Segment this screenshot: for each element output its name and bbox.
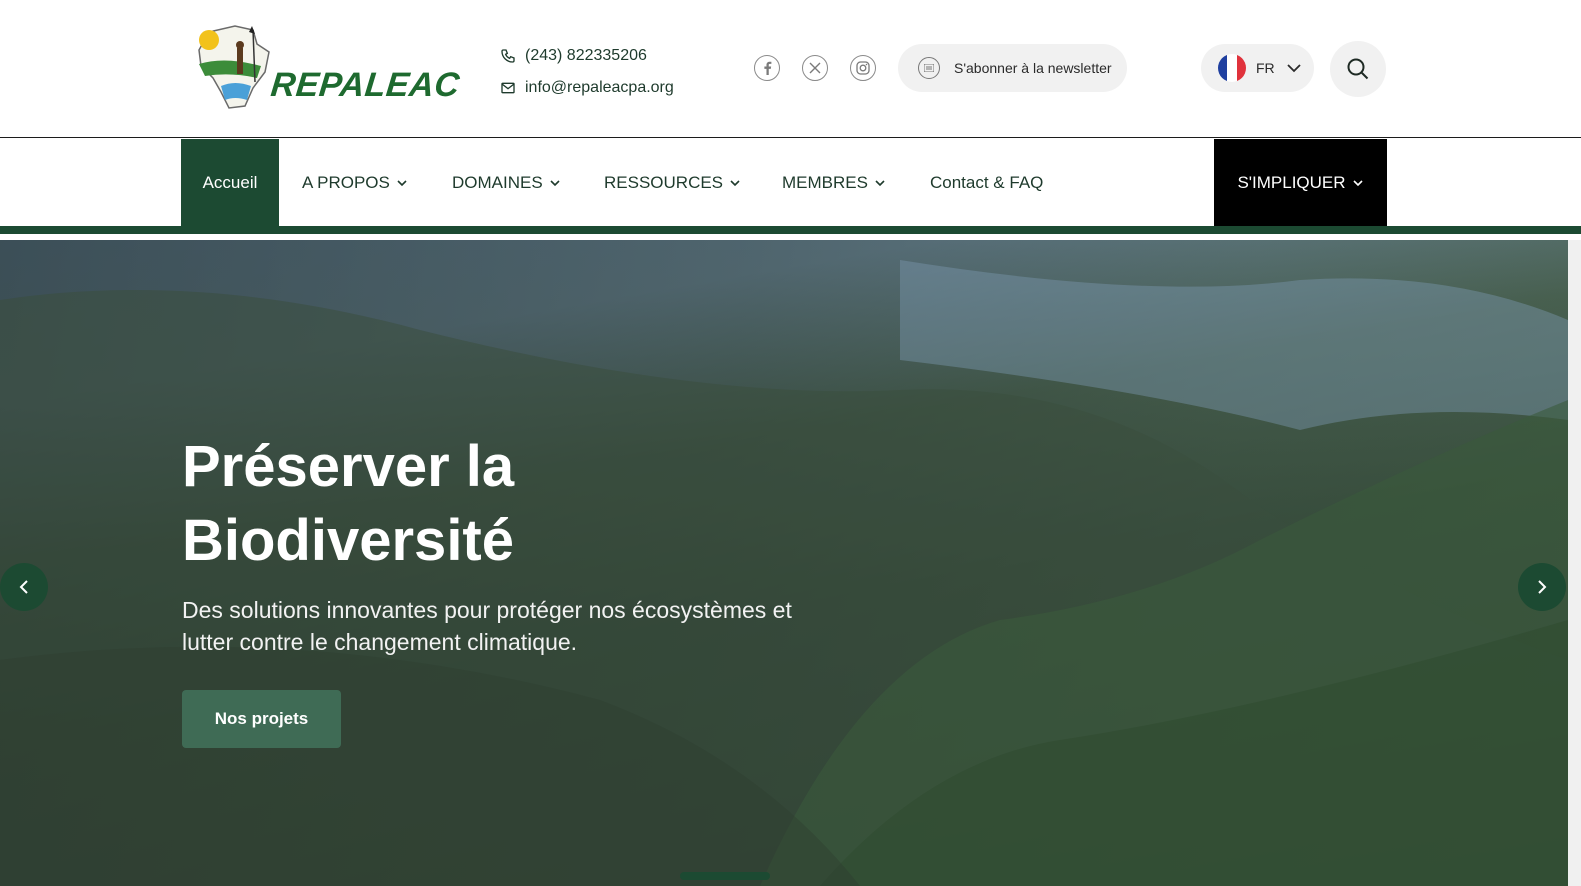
nav-item-about[interactable]: A PROPOS: [302, 139, 408, 226]
brand-name: REPALEAC: [269, 66, 462, 104]
nav-item-domains-label: DOMAINES: [452, 172, 543, 192]
nav-item-resources[interactable]: RESSOURCES: [604, 139, 741, 226]
newsletter-lines-icon: [924, 64, 934, 72]
hero-title-line2: Biodiversité: [182, 508, 514, 573]
instagram-icon: [856, 61, 870, 75]
slider-prev-button[interactable]: [0, 563, 48, 611]
search-button[interactable]: [1330, 41, 1386, 97]
chevron-down-icon: [730, 179, 740, 186]
x-link[interactable]: [802, 55, 828, 81]
mail-icon: [501, 82, 515, 94]
facebook-link[interactable]: [754, 55, 780, 81]
hero-subtitle: Des solutions innovantes pour protéger n…: [182, 597, 792, 655]
nav-item-contact[interactable]: Contact & FAQ: [930, 139, 1043, 226]
nav-item-members[interactable]: MEMBRES: [782, 139, 886, 226]
search-icon: [1347, 58, 1369, 80]
page-scrollbar[interactable]: [1568, 240, 1581, 886]
nav-accent-bar: [0, 226, 1581, 234]
chevron-down-icon: [1352, 179, 1363, 186]
email-address: info@repaleacpa.org: [525, 79, 674, 96]
projects-button[interactable]: Nos projets: [182, 690, 341, 748]
nav-item-involve[interactable]: S'IMPLIQUER: [1214, 139, 1387, 226]
nav-item-domains[interactable]: DOMAINES: [452, 139, 561, 226]
france-flag-icon: [1218, 54, 1246, 82]
social-links: [754, 55, 876, 81]
nav-item-resources-label: RESSOURCES: [604, 172, 724, 192]
newsletter-icon: [918, 57, 940, 79]
email-row[interactable]: info@repaleacpa.org: [500, 72, 674, 104]
language-selector[interactable]: FR: [1201, 44, 1314, 92]
nav-item-involve-label: S'IMPLIQUER: [1237, 172, 1346, 192]
hero-slider: Préserver la Biodiversité Des solutions …: [0, 240, 1568, 886]
phone-row[interactable]: (243) 822335206: [500, 40, 674, 72]
chevron-right-icon: [1538, 580, 1547, 594]
slider-indicator[interactable]: [680, 872, 770, 880]
hero-title-line1: Préserver la: [182, 434, 515, 499]
facebook-icon: [764, 61, 772, 75]
x-twitter-icon: [809, 62, 821, 74]
slider-next-button[interactable]: [1518, 563, 1566, 611]
chevron-down-icon: [550, 179, 560, 186]
chevron-down-icon: [875, 179, 885, 186]
site-logo[interactable]: REPALEAC: [195, 22, 462, 112]
nav-item-members-label: MEMBRES: [782, 172, 868, 192]
africa-map-logo-icon: [198, 25, 270, 109]
newsletter-button[interactable]: S'abonner à la newsletter: [898, 44, 1127, 92]
chevron-down-icon: [1287, 64, 1301, 73]
phone-number: (243) 822335206: [525, 47, 647, 64]
newsletter-label: S'abonner à la newsletter: [954, 60, 1112, 76]
main-navigation: Accueil A PROPOS DOMAINES RESSOURCES MEM…: [0, 139, 1581, 226]
hero-title: Préserver la Biodiversité: [182, 430, 514, 578]
chevron-down-icon: [397, 179, 407, 186]
phone-icon: [501, 49, 515, 63]
instagram-link[interactable]: [850, 55, 876, 81]
language-code: FR: [1256, 60, 1275, 76]
site-header: REPALEAC (243) 822335206 info@repaleacpa…: [0, 0, 1581, 138]
nav-item-about-label: A PROPOS: [302, 172, 390, 192]
nav-item-home[interactable]: Accueil: [181, 139, 279, 226]
chevron-left-icon: [19, 580, 28, 594]
contact-info: (243) 822335206 info@repaleacpa.org: [500, 40, 674, 104]
